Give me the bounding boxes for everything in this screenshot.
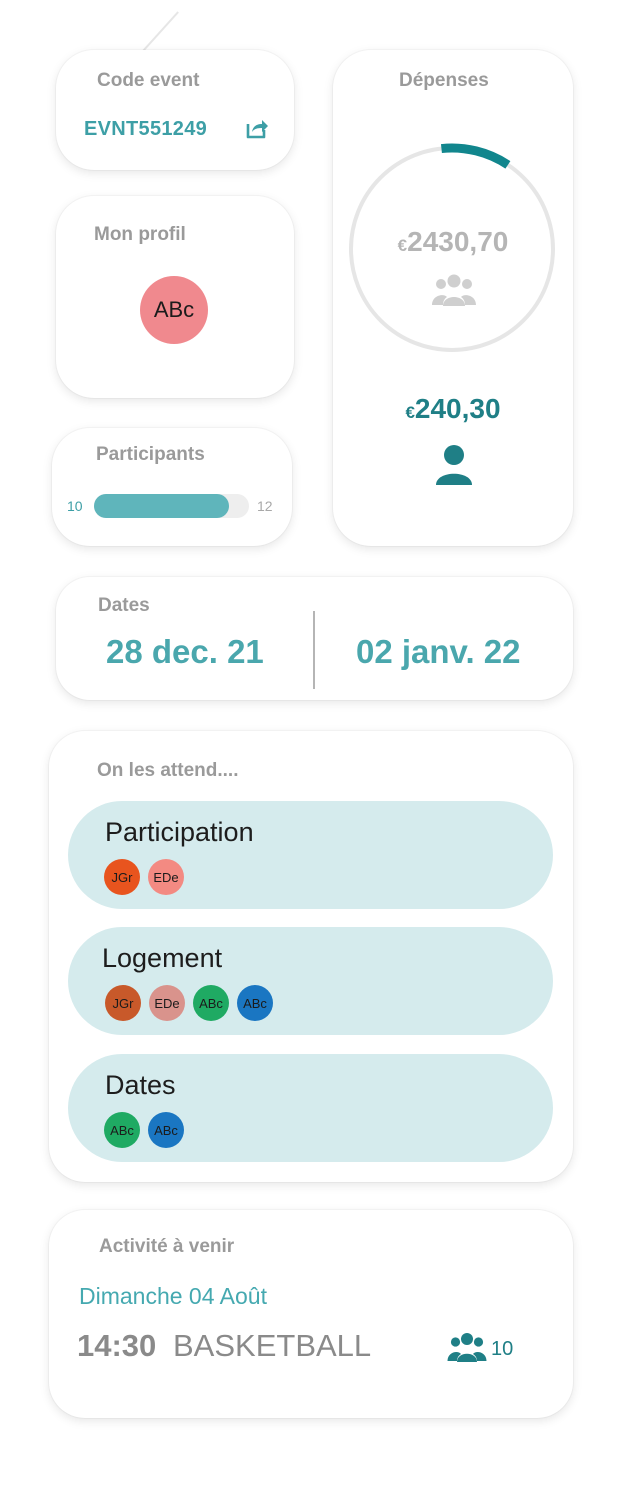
waiting-title: On les attend.... bbox=[97, 760, 239, 781]
person-icon bbox=[436, 445, 472, 485]
total-value: 2430,70 bbox=[407, 226, 509, 257]
participants-current: 10 bbox=[67, 498, 83, 514]
avatar: EDe bbox=[148, 859, 184, 895]
dates-card[interactable]: Dates 28 dec. 21 02 janv. 22 bbox=[56, 577, 573, 700]
avatar: ABc bbox=[193, 985, 229, 1021]
expenses-card[interactable]: Dépenses €2430,70 €240,30 bbox=[333, 50, 573, 546]
waiting-item-label: Dates bbox=[105, 1070, 176, 1100]
participants-progress-fill bbox=[94, 494, 229, 518]
expenses-title: Dépenses bbox=[399, 70, 489, 91]
participants-max: 12 bbox=[257, 498, 273, 514]
share-icon[interactable] bbox=[243, 115, 269, 141]
activity-date: Dimanche 04 Août bbox=[79, 1283, 267, 1309]
date-divider bbox=[313, 611, 315, 689]
profile-card[interactable]: Mon profil ABc bbox=[56, 196, 294, 398]
activity-name: BASKETBALL bbox=[173, 1328, 372, 1363]
participants-title: Participants bbox=[96, 444, 205, 465]
avatar: ABc bbox=[148, 1112, 184, 1148]
group-icon bbox=[432, 274, 476, 306]
avatar: JGr bbox=[104, 859, 140, 895]
participants-card[interactable]: Participants 10 12 bbox=[52, 428, 292, 546]
avatar-group: JGr EDe bbox=[104, 859, 184, 895]
avatar-group: JGr EDe ABc ABc bbox=[105, 985, 273, 1021]
waiting-card: On les attend.... Participation JGr EDe … bbox=[49, 731, 573, 1182]
waiting-item-label: Participation bbox=[105, 817, 254, 847]
avatar: EDe bbox=[149, 985, 185, 1021]
event-code: EVNT551249 bbox=[84, 118, 208, 140]
dates-title: Dates bbox=[98, 595, 150, 616]
waiting-item-label: Logement bbox=[102, 943, 223, 973]
waiting-item-participation[interactable]: Participation JGr EDe bbox=[68, 801, 553, 909]
activity-time: 14:30 bbox=[77, 1328, 157, 1363]
avatar: JGr bbox=[105, 985, 141, 1021]
expenses-ring-arc bbox=[440, 143, 511, 169]
total-currency: € bbox=[397, 236, 408, 255]
waiting-item-dates[interactable]: Dates ABc ABc bbox=[68, 1054, 553, 1162]
code-event-card: Code event EVNT551249 bbox=[56, 50, 294, 170]
my-expenses: €240,30 bbox=[333, 393, 573, 425]
activity-participant-count: 10 bbox=[491, 1338, 514, 1360]
avatar: ABc bbox=[104, 1112, 140, 1148]
start-date: 28 dec. 21 bbox=[106, 633, 264, 670]
end-date: 02 janv. 22 bbox=[356, 633, 521, 670]
upcoming-activity-card[interactable]: Activité à venir Dimanche 04 Août 14:30 … bbox=[49, 1210, 573, 1418]
profile-title: Mon profil bbox=[94, 224, 186, 245]
activity-title: Activité à venir bbox=[99, 1236, 235, 1257]
avatar: ABc bbox=[237, 985, 273, 1021]
my-value: 240,30 bbox=[414, 393, 501, 424]
waiting-item-logement[interactable]: Logement JGr EDe ABc ABc bbox=[68, 927, 553, 1035]
my-currency: € bbox=[405, 403, 415, 422]
total-expenses: €2430,70 bbox=[333, 226, 573, 258]
avatar[interactable]: ABc bbox=[140, 276, 208, 344]
code-event-title: Code event bbox=[97, 70, 200, 91]
participants-progress-bar bbox=[94, 494, 249, 518]
group-icon bbox=[447, 1333, 487, 1362]
avatar-group: ABc ABc bbox=[104, 1112, 184, 1148]
